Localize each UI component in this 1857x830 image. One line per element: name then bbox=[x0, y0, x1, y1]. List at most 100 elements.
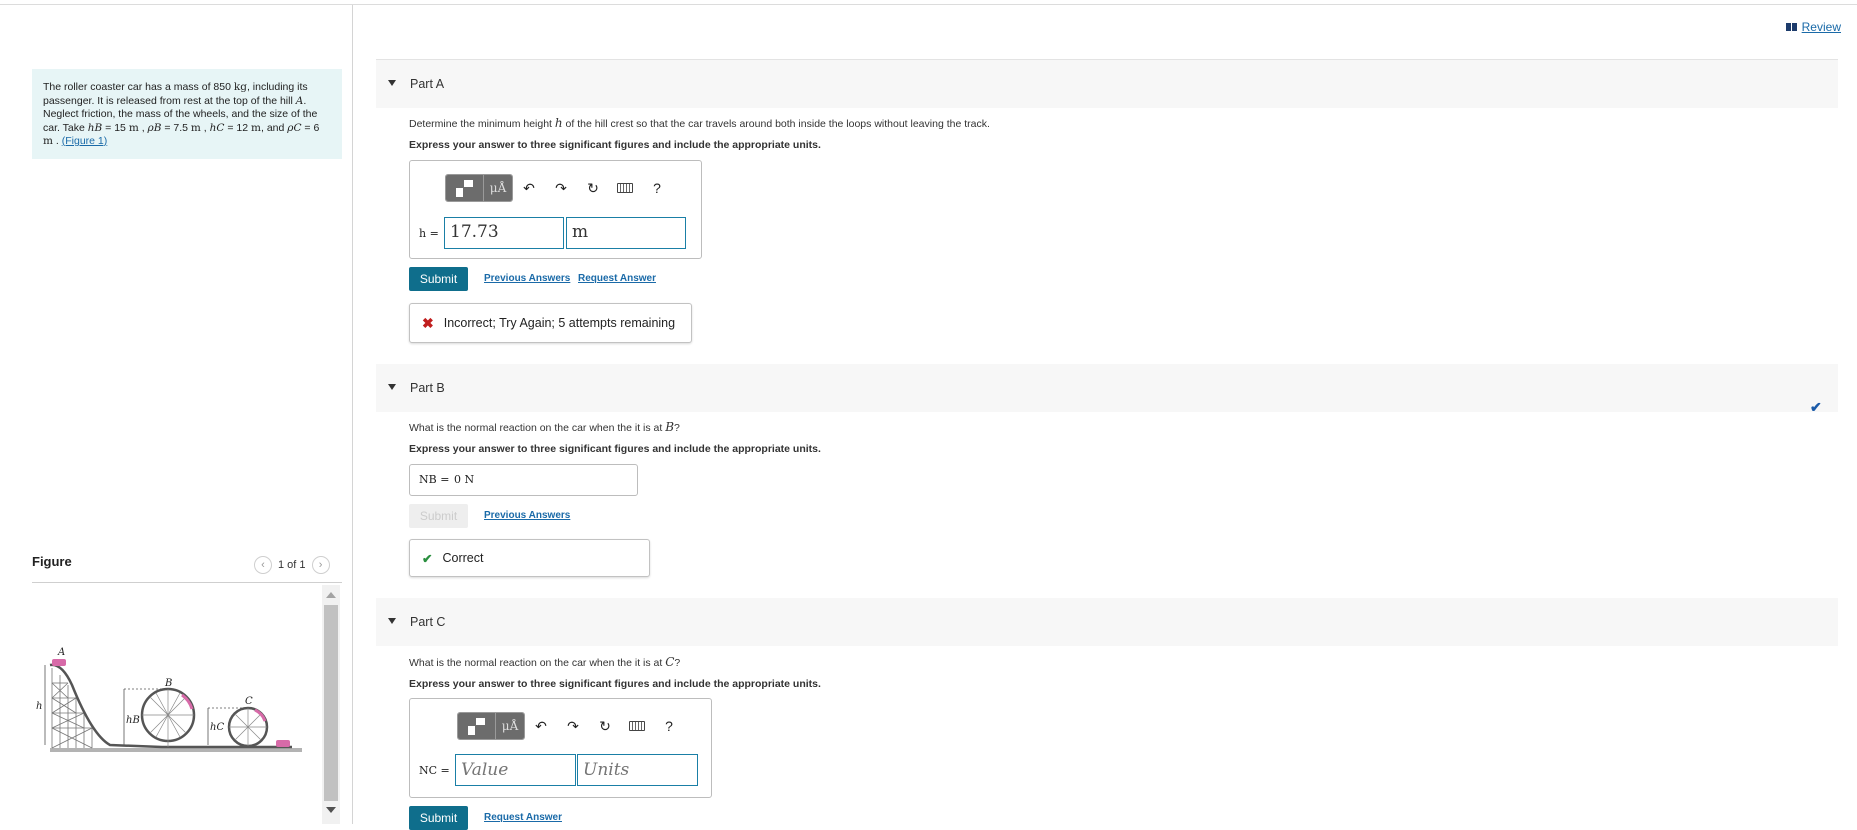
collapse-icon bbox=[388, 384, 396, 390]
hill-scaffold bbox=[51, 668, 93, 749]
label-hb: hB bbox=[126, 715, 140, 726]
help-icon[interactable]: ? bbox=[653, 713, 685, 739]
part-b-header[interactable]: Part B bbox=[376, 364, 1838, 412]
undo-icon[interactable]: ↶ bbox=[525, 713, 557, 739]
var-rhoc: ρC bbox=[287, 121, 302, 134]
part-c-request-answer-link[interactable]: Request Answer bbox=[484, 812, 562, 823]
separator: , bbox=[200, 121, 210, 134]
reset-icon[interactable]: ↻ bbox=[577, 175, 609, 201]
prev-figure-button[interactable]: ‹ bbox=[254, 556, 272, 574]
separator: , bbox=[138, 121, 148, 134]
part-a-submit-button[interactable]: Submit bbox=[409, 267, 468, 291]
part-c-instruction: Express your answer to three significant… bbox=[409, 678, 821, 690]
part-a-units-input[interactable]: m bbox=[566, 217, 686, 249]
unit-m: m bbox=[190, 121, 201, 134]
dimension-lines bbox=[44, 665, 248, 745]
loop-b bbox=[140, 687, 196, 747]
redo-icon[interactable]: ↷ bbox=[557, 713, 589, 739]
value-hc: = 12 bbox=[224, 121, 252, 134]
label-b: B bbox=[164, 678, 172, 689]
part-c-header[interactable]: Part C bbox=[376, 598, 1838, 646]
help-icon[interactable]: ? bbox=[641, 175, 673, 201]
unit-kg: kg bbox=[233, 81, 247, 93]
collapse-icon bbox=[388, 80, 396, 86]
part-c-question: What is the normal reaction on the car w… bbox=[409, 655, 680, 669]
part-b-previous-answers-link[interactable]: Previous Answers bbox=[484, 510, 570, 521]
units-button[interactable]: μÅ bbox=[484, 175, 512, 201]
review-label: Review bbox=[1801, 20, 1841, 34]
keyboard-glyph bbox=[629, 721, 645, 731]
part-c-toolbar: μÅ ↶ ↷ ↻ ? bbox=[457, 712, 685, 740]
label-c: C bbox=[245, 696, 253, 707]
label-h: h bbox=[36, 701, 42, 712]
question-text: of the hill crest so that the car travel… bbox=[562, 118, 990, 130]
label-a: A bbox=[57, 647, 65, 658]
keyboard-icon[interactable] bbox=[609, 175, 641, 201]
part-b-question: What is the normal reaction on the car w… bbox=[409, 420, 680, 434]
part-b-answer: 0 N bbox=[454, 473, 475, 486]
scroll-thumb[interactable] bbox=[324, 605, 338, 801]
template-group: μÅ bbox=[457, 712, 525, 740]
templates-button[interactable] bbox=[446, 175, 484, 201]
part-b-instruction: Express your answer to three significant… bbox=[409, 443, 821, 455]
part-b-feedback: ✔ Correct bbox=[409, 539, 650, 577]
review-link[interactable]: Review bbox=[1785, 20, 1841, 34]
roller-coaster-diagram: A B C h hB hC bbox=[36, 647, 302, 752]
templates-button[interactable] bbox=[458, 713, 496, 739]
question-text: What is the normal reaction on the car w… bbox=[409, 422, 666, 434]
question-text: ? bbox=[674, 657, 681, 669]
part-c-submit-button[interactable]: Submit bbox=[409, 806, 468, 830]
undo-icon[interactable]: ↶ bbox=[513, 175, 545, 201]
part-a-value-input[interactable]: 17.73 bbox=[444, 217, 564, 249]
part-b-label: Part B bbox=[410, 381, 445, 395]
next-figure-button[interactable]: › bbox=[311, 556, 330, 574]
part-a-header[interactable]: Part A bbox=[376, 60, 1838, 108]
problem-statement: The roller coaster car has a mass of 850… bbox=[32, 69, 342, 159]
feedback-text: Correct bbox=[442, 551, 484, 565]
part-a-previous-answers-link[interactable]: Previous Answers bbox=[484, 273, 570, 284]
mu-icon: μÅ bbox=[489, 181, 507, 195]
question-text: ? bbox=[674, 422, 680, 434]
value-rhoc: = 6 bbox=[301, 121, 320, 134]
question-text: Determine the minimum height bbox=[409, 118, 555, 130]
collapse-icon bbox=[388, 618, 396, 624]
mu-icon: μÅ bbox=[501, 719, 519, 733]
var-b: B bbox=[665, 420, 675, 434]
x-icon: ✖ bbox=[422, 314, 434, 331]
problem-text: , and bbox=[261, 121, 285, 134]
car-at-a bbox=[52, 659, 66, 666]
scroll-up-icon[interactable] bbox=[326, 592, 336, 598]
part-a-label: Part A bbox=[410, 77, 445, 91]
figure-pager: ‹ 1 of 1 › bbox=[254, 556, 330, 574]
var-h: h bbox=[554, 116, 563, 130]
reset-icon[interactable]: ↻ bbox=[589, 713, 621, 739]
templates-icon bbox=[468, 717, 485, 735]
figure-link[interactable]: (Figure 1) bbox=[62, 135, 108, 147]
top-border bbox=[0, 4, 1857, 5]
separator: . bbox=[52, 135, 62, 147]
figure-scrollbar[interactable] bbox=[322, 585, 340, 824]
panel-divider bbox=[352, 5, 353, 824]
redo-icon[interactable]: ↷ bbox=[545, 175, 577, 201]
scroll-down-icon[interactable] bbox=[326, 807, 336, 813]
part-a-request-answer-link[interactable]: Request Answer bbox=[578, 273, 656, 284]
part-b-var-label: NB = bbox=[419, 473, 450, 486]
part-c-units-input[interactable] bbox=[577, 754, 698, 786]
problem-text: The roller coaster car has a mass of 850 bbox=[43, 81, 234, 93]
part-a-question: Determine the minimum height h of the hi… bbox=[409, 116, 990, 130]
keyboard-icon[interactable] bbox=[621, 713, 653, 739]
feedback-text: Incorrect; Try Again; 5 attempts remaini… bbox=[443, 316, 676, 330]
unit-m: m bbox=[128, 121, 139, 134]
part-c-label: Part C bbox=[410, 615, 446, 629]
units-button[interactable]: μÅ bbox=[496, 713, 524, 739]
part-c-value-input[interactable] bbox=[455, 754, 576, 786]
part-a-toolbar: μÅ ↶ ↷ ↻ ? bbox=[445, 174, 673, 202]
figure-divider bbox=[32, 582, 342, 583]
car-at-end bbox=[276, 740, 290, 747]
ground bbox=[50, 748, 302, 752]
part-a-feedback: ✖ Incorrect; Try Again; 5 attempts remai… bbox=[409, 303, 692, 343]
part-b-submit-button[interactable]: Submit bbox=[409, 504, 468, 528]
template-group: μÅ bbox=[445, 174, 513, 202]
var-hc: hC bbox=[209, 121, 225, 134]
question-text: What is the normal reaction on the car w… bbox=[409, 657, 666, 669]
